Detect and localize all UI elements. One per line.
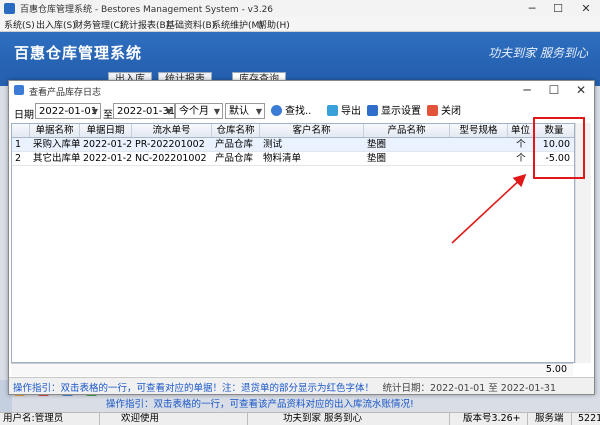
display-settings-button[interactable]: 显示设置 — [367, 105, 421, 119]
period-value: 今个月 — [179, 106, 209, 117]
date-to-picker[interactable]: 2022-01-31 ▼ — [113, 103, 175, 119]
export-icon — [327, 105, 338, 116]
column-header-doc-date[interactable]: 单据日期 — [80, 124, 132, 137]
main-hint-text: 操作指引：双击表格的一行，可查看该产品资料对应的出入库流水账情况! — [106, 399, 414, 410]
cell-unit: 个 — [516, 139, 526, 150]
cell-product: 垫圈 — [367, 139, 387, 150]
app-brand: 百惠仓库管理系统 — [14, 44, 143, 62]
chevron-down-icon: ▼ — [91, 107, 98, 116]
menu-maintenance[interactable]: 系统维护(M) — [212, 18, 263, 31]
app-banner: 百惠仓库管理系统 功夫到家 服务到心 — [0, 32, 600, 70]
date-from-picker[interactable]: 2022-01-01 ▼ — [35, 103, 101, 119]
dialog-toolbar: 日期 2022-01-01 ▼ 至 2022-01-31 ▼ 今个月 ▼ 默认 ▼ 查找… — [9, 102, 594, 122]
export-label: 导出 — [341, 106, 361, 117]
close-button[interactable]: 关闭 — [427, 105, 461, 119]
cell-warehouse: 产品仓库 — [215, 153, 254, 164]
default-value: 默认 — [229, 106, 249, 117]
date-label: 日期 — [14, 110, 34, 121]
quantity-total: 5.00 — [545, 364, 567, 375]
operation-hint: 操作指引：双击表格的一行，可查看对应的单据！注：退货单的部分显示为红色字体！ — [13, 383, 375, 394]
dialog-icon — [14, 85, 24, 95]
default-select[interactable]: 默认 ▼ — [225, 103, 265, 119]
column-header-customer[interactable]: 客户名称 — [260, 124, 364, 137]
statusbar: 用户名:管理员 欢迎使用 功夫到家 服务到心 版本号3.26+ 服务端 5221 — [0, 412, 600, 425]
settings-icon — [367, 105, 378, 116]
dialog-minimize-icon[interactable]: ─ — [514, 81, 540, 100]
cell-warehouse: 产品仓库 — [215, 139, 254, 150]
dialog-title: 查看产品库存日志 — [29, 88, 102, 98]
cell-model — [450, 138, 508, 151]
menu-reports[interactable]: 统计报表(B) — [120, 18, 169, 31]
cell-doc-date: 2022-01-25 — [83, 153, 132, 164]
close-icon[interactable]: ✕ — [574, 0, 598, 17]
table-row[interactable]: 1 采购入库单 2022-01-25 PR-202201002 产品仓库 测试 … — [12, 138, 574, 152]
column-header-index — [12, 124, 30, 137]
column-header-product[interactable]: 产品名称 — [364, 124, 450, 137]
column-header-warehouse[interactable]: 仓库名称 — [212, 124, 260, 137]
table-footer: 5.00 — [11, 363, 573, 376]
row-index: 2 — [15, 153, 22, 164]
period-select[interactable]: 今个月 ▼ — [175, 103, 223, 119]
column-header-serial-no[interactable]: 流水单号 — [132, 124, 212, 137]
chevron-down-icon: ▼ — [165, 107, 172, 116]
cell-product: 垫圈 — [367, 153, 387, 164]
dialog-close-icon[interactable]: ✕ — [568, 81, 594, 100]
dialog-titlebar: 查看产品库存日志 ─ ☐ ✕ — [9, 81, 594, 100]
menu-help[interactable]: 帮助(H) — [258, 18, 290, 31]
maximize-icon[interactable]: ☐ — [546, 0, 570, 17]
close-icon — [427, 105, 438, 116]
cell-model — [450, 152, 508, 165]
menu-finance[interactable]: 财务管理(C) — [74, 18, 123, 31]
status-slogan: 功夫到家 服务到心 — [280, 413, 450, 425]
menu-system[interactable]: 系统(S) — [4, 18, 35, 31]
close-label: 关闭 — [441, 106, 461, 117]
status-activation: 欢迎使用 — [118, 413, 248, 425]
search-icon — [271, 105, 282, 116]
column-header-model[interactable]: 型号规格 — [450, 124, 508, 137]
quantity-highlight-box — [533, 117, 585, 179]
app-icon — [4, 3, 15, 14]
status-version: 版本号3.26+ — [460, 413, 528, 425]
stat-date-range: 统计日期：2022-01-01 至 2022-01-31 — [382, 383, 556, 394]
dialog-hintbar: 操作指引：双击表格的一行，可查看对应的单据！注：退货单的部分显示为红色字体！ 统… — [9, 377, 594, 394]
row-index: 1 — [15, 139, 22, 150]
display-settings-label: 显示设置 — [381, 106, 421, 117]
table-row[interactable]: 2 其它出库单 2022-01-25 NC-202201002 产品仓库 物料清… — [12, 152, 574, 166]
cell-customer: 物料清单 — [263, 153, 302, 164]
main-titlebar: 百惠仓库管理系统 - Bestores Management System - … — [0, 0, 600, 18]
minimize-icon[interactable]: ─ — [520, 0, 544, 17]
menu-stock-io[interactable]: 出入库(S) — [36, 18, 76, 31]
search-button[interactable]: 查找.. — [271, 105, 311, 119]
app-slogan: 功夫到家 服务到心 — [488, 46, 588, 60]
cell-doc-name: 采购入库单 — [33, 139, 80, 150]
cell-serial-no: PR-202201002 — [135, 139, 205, 150]
main-menubar: 系统(S) 出入库(S) 财务管理(C) 统计报表(B) 基础资料(B) 系统维… — [0, 17, 600, 32]
status-user: 用户名:管理员 — [0, 413, 100, 425]
column-header-doc-name[interactable]: 单据名称 — [30, 124, 80, 137]
menu-base-data[interactable]: 基础资料(B) — [166, 18, 215, 31]
search-label: 查找.. — [285, 106, 312, 117]
chevron-down-icon: ▼ — [213, 107, 220, 116]
date-from-value: 2022-01-01 — [39, 106, 98, 117]
cell-doc-name: 其它出库单 — [33, 153, 80, 164]
status-server: 服务端 — [532, 413, 572, 425]
cell-serial-no: NC-202201002 — [135, 153, 207, 164]
dialog-maximize-icon[interactable]: ☐ — [541, 81, 567, 100]
cell-customer: 测试 — [263, 139, 283, 150]
inventory-log-dialog: 查看产品库存日志 ─ ☐ ✕ 日期 2022-01-01 ▼ 至 2022-01-… — [8, 80, 595, 395]
main-window-title: 百惠仓库管理系统 - Bestores Management System - … — [20, 5, 274, 15]
status-extra: 5221 — [578, 413, 600, 424]
column-header-unit[interactable]: 单位 — [508, 124, 534, 137]
inventory-log-table[interactable]: 单据名称 单据日期 流水单号 仓库名称 客户名称 产品名称 型号规格 单位 数量… — [11, 123, 575, 363]
to-label: 至 — [103, 110, 113, 121]
cell-unit: 个 — [516, 153, 526, 164]
table-header: 单据名称 单据日期 流水单号 仓库名称 客户名称 产品名称 型号规格 单位 数量 — [12, 124, 574, 138]
export-button[interactable]: 导出 — [327, 105, 361, 119]
cell-doc-date: 2022-01-25 — [83, 139, 132, 150]
chevron-down-icon: ▼ — [255, 107, 262, 116]
